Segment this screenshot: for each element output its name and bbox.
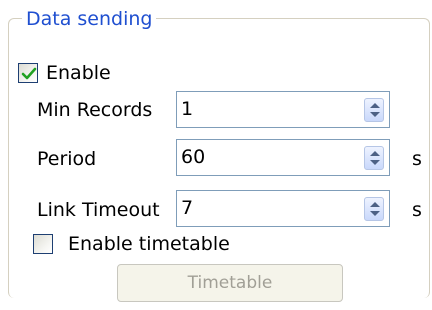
- period-spin-button[interactable]: [364, 146, 384, 170]
- min-records-label: Min Records: [37, 99, 153, 121]
- up-down-arrows-icon: [370, 151, 380, 165]
- link-timeout-spin-button[interactable]: [364, 197, 384, 221]
- enable-timetable-label: Enable timetable: [68, 233, 230, 255]
- group-title: Data sending: [22, 6, 157, 32]
- period-unit: s: [412, 148, 422, 170]
- period-label: Period: [37, 148, 97, 170]
- period-spinner[interactable]: 60: [176, 139, 390, 176]
- min-records-spinner[interactable]: 1: [176, 91, 390, 128]
- link-timeout-label: Link Timeout: [37, 199, 160, 221]
- link-timeout-value[interactable]: 7: [181, 195, 193, 222]
- min-records-spin-button[interactable]: [364, 98, 384, 122]
- period-value[interactable]: 60: [181, 144, 205, 171]
- up-down-arrows-icon: [370, 103, 380, 117]
- link-timeout-unit: s: [412, 199, 422, 221]
- check-icon: [21, 67, 37, 80]
- timetable-button[interactable]: Timetable: [117, 264, 343, 302]
- link-timeout-spinner[interactable]: 7: [176, 190, 390, 227]
- enable-checkbox[interactable]: [18, 63, 38, 83]
- enable-label: Enable: [46, 62, 111, 84]
- up-down-arrows-icon: [370, 202, 380, 216]
- enable-timetable-checkbox[interactable]: [33, 234, 53, 254]
- min-records-value[interactable]: 1: [181, 96, 193, 123]
